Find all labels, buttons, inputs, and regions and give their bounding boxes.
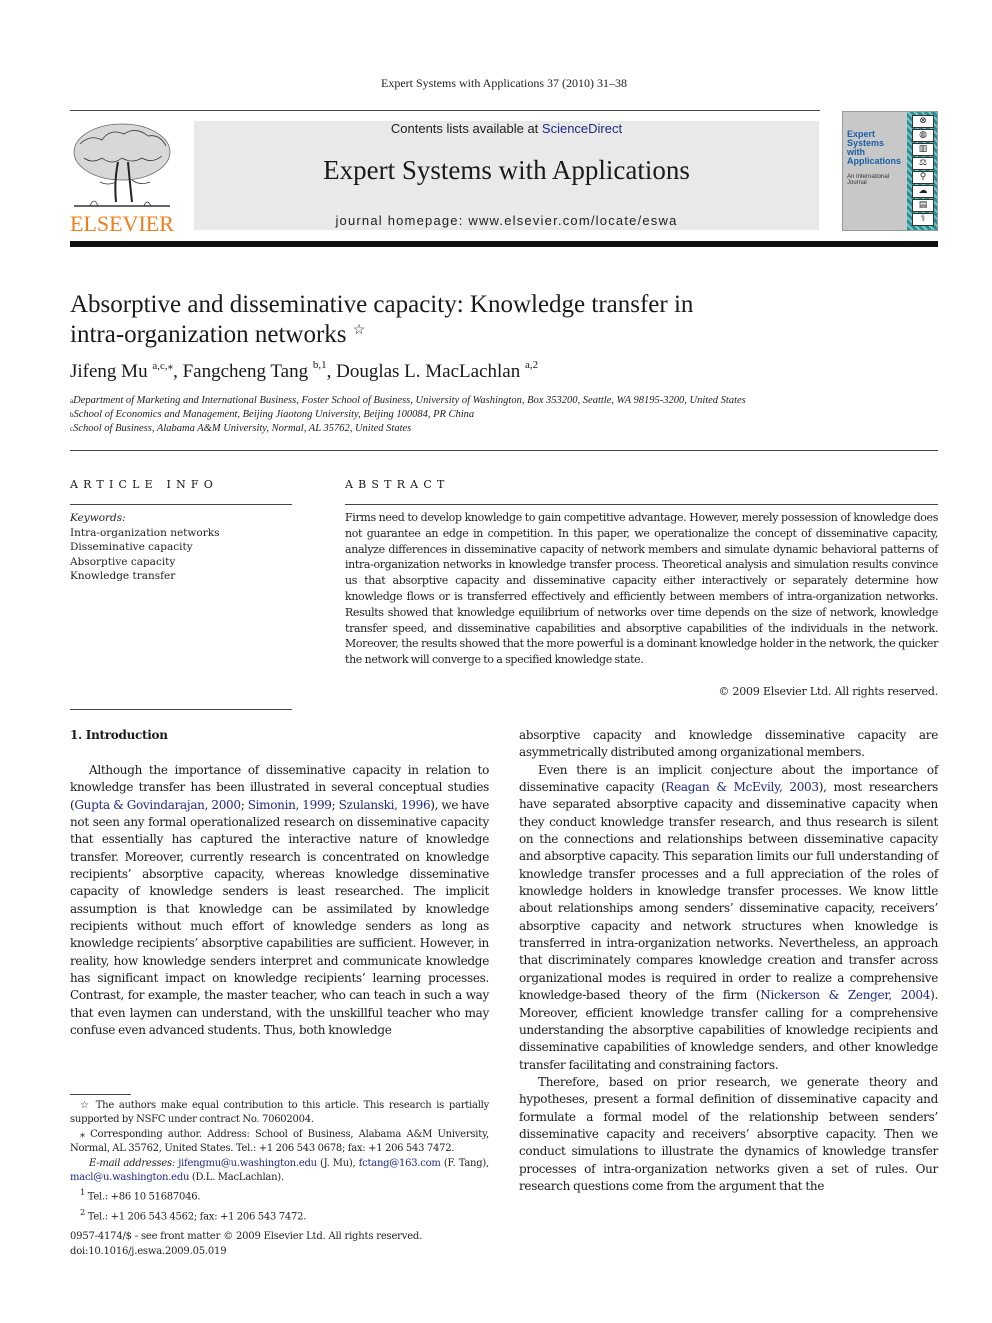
body-column-left: Although the importance of disseminative… <box>70 762 489 1040</box>
abstract-text: Firms need to develop knowledge to gain … <box>345 511 938 667</box>
header-rule <box>70 110 820 111</box>
journal-masthead: Contents lists available at ScienceDirec… <box>194 121 819 230</box>
abstract-copyright: © 2009 Elsevier Ltd. All rights reserved… <box>718 685 938 698</box>
paragraph: Even there is an implicit conjecture abo… <box>519 762 939 1072</box>
contents-prefix: Contents lists available at <box>390 121 542 136</box>
article-info-bottom-rule <box>70 709 292 710</box>
abstract-heading: ABSTRACT <box>345 478 450 491</box>
affiliations: aDepartment of Marketing and Internation… <box>70 394 746 436</box>
email-link[interactable]: jifengmu@u.washington.edu <box>178 1158 317 1169</box>
cover-subtitle: An International Journal <box>847 174 890 186</box>
robot-icon: ▤ <box>912 199 934 212</box>
email-link[interactable]: macl@u.washington.edu <box>70 1172 189 1183</box>
affiliation: bSchool of Economics and Management, Bei… <box>70 409 475 420</box>
article-title: Absorptive and disseminative capacity: K… <box>70 291 694 348</box>
steering-wheel-icon: ⊗ <box>912 115 934 128</box>
affiliation: aDepartment of Marketing and Internation… <box>70 395 746 406</box>
paragraph: Therefore, based on prior research, we g… <box>519 1074 938 1193</box>
microscope-icon: ⚲ <box>912 171 934 184</box>
running-head: Expert Systems with Applications 37 (201… <box>381 76 627 90</box>
keywords-list: Keywords: Intra-organization networks Di… <box>70 511 219 584</box>
author-name: Jifeng Mu <box>70 361 148 382</box>
citation-link[interactable]: Reagan & McEvily, 2003 <box>665 780 819 794</box>
footnote-2: 2 Tel.: +1 206 543 4562; fax: +1 206 543… <box>80 1207 307 1223</box>
footnotes: ☆ The authors make equal contribution to… <box>70 1099 489 1225</box>
author-affiliation-marks[interactable]: b,1 <box>313 359 327 371</box>
section-divider <box>70 450 938 451</box>
article-info-rule <box>70 504 292 505</box>
masthead-bottom-bar <box>70 241 938 247</box>
keyword: Disseminative capacity <box>70 541 193 553</box>
citation-link[interactable]: Szulanski, 1996 <box>339 798 431 812</box>
title-footnote-mark[interactable]: ☆ <box>353 323 366 338</box>
scales-icon: ⚖ <box>912 157 934 170</box>
caduceus-icon: ⚕ <box>912 213 934 226</box>
author-affiliation-marks[interactable]: a,c,⁎ <box>152 360 173 372</box>
author-list: Jifeng Mu a,c,⁎, Fangcheng Tang b,1, Dou… <box>70 359 539 382</box>
bar-chart-icon: ▥ <box>912 143 934 156</box>
email-link[interactable]: fctang@163.com <box>359 1158 441 1169</box>
body-column-right: absorptive capacity and knowledge dissem… <box>519 727 938 1195</box>
keyword: Absorptive capacity <box>70 555 176 568</box>
issn-line: 0957-4174/$ - see front matter © 2009 El… <box>70 1231 423 1242</box>
globe-icon: ◍ <box>912 129 934 142</box>
author-name: Fangcheng Tang <box>182 361 309 382</box>
affiliation: cSchool of Business, Alabama A&M Univers… <box>70 423 412 434</box>
abstract-rule <box>345 504 938 505</box>
sciencedirect-link[interactable]: ScienceDirect <box>542 121 622 136</box>
keyword: Knowledge transfer <box>70 570 176 582</box>
author-affiliation-marks[interactable]: a,2 <box>525 359 538 371</box>
cloud-icon: ☁ <box>912 185 934 198</box>
footnote-star: ☆ The authors make equal contribution to… <box>70 1100 489 1126</box>
footnote-corresponding: ⁎ Corresponding author. Address: School … <box>70 1128 489 1155</box>
journal-cover-thumbnail: Expert Systems with Applications An Inte… <box>842 111 938 231</box>
citation-link[interactable]: Nickerson & Zenger, 2004 <box>760 988 930 1002</box>
footnote-1: 1 Tel.: +86 10 51687046. <box>80 1187 201 1203</box>
author-name: Douglas L. MacLachlan <box>336 361 521 382</box>
keyword: Intra-organization networks <box>70 526 220 539</box>
citation-link[interactable]: Simonin, 1999 <box>248 798 332 812</box>
paragraph: absorptive capacity and knowledge dissem… <box>519 728 938 760</box>
journal-title: Expert Systems with Applications <box>323 155 690 185</box>
front-matter: 0957-4174/$ - see front matter © 2009 El… <box>70 1230 422 1259</box>
journal-homepage-link[interactable]: journal homepage: www.elsevier.com/locat… <box>194 213 819 228</box>
contents-line: Contents lists available at ScienceDirec… <box>194 121 819 136</box>
footnote-emails: E-mail addresses: jifengmu@u.washington.… <box>70 1157 489 1184</box>
citation-link[interactable]: Gupta & Govindarajan, 2000 <box>74 798 241 812</box>
introduction-heading: 1. Introduction <box>70 728 168 742</box>
doi[interactable]: doi:10.1016/j.eswa.2009.05.019 <box>70 1245 422 1260</box>
elsevier-wordmark: ELSEVIER <box>70 211 174 236</box>
paragraph: Although the importance of disseminative… <box>70 763 489 1038</box>
cover-title: Expert Systems with Applications <box>847 129 902 166</box>
footnote-rule <box>70 1094 131 1095</box>
keywords-label: Keywords: <box>70 512 126 524</box>
article-info-heading: ARTICLE INFO <box>70 478 218 491</box>
